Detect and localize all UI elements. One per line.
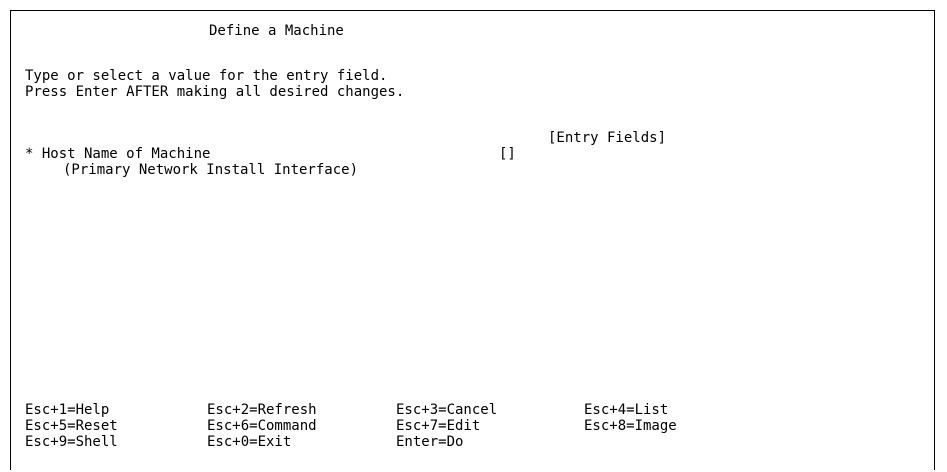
exit-key[interactable]: Esc+0=Exit: [207, 434, 291, 450]
reset-key[interactable]: Esc+5=Reset: [25, 418, 118, 434]
page-title: Define a Machine: [209, 23, 344, 39]
instruction-line: Press Enter AFTER making all desired cha…: [25, 84, 405, 100]
do-key[interactable]: Enter=Do: [396, 434, 463, 450]
image-key[interactable]: Esc+8=Image: [584, 418, 677, 434]
cancel-key[interactable]: Esc+3=Cancel: [396, 402, 497, 418]
host-name-field[interactable]: []: [499, 146, 516, 162]
command-key[interactable]: Esc+6=Command: [207, 418, 317, 434]
shell-key[interactable]: Esc+9=Shell: [25, 434, 118, 450]
smit-screen: Define a Machine Type or select a value …: [10, 10, 935, 470]
edit-key[interactable]: Esc+7=Edit: [396, 418, 480, 434]
list-key[interactable]: Esc+4=List: [584, 402, 668, 418]
host-name-label: * Host Name of Machine: [25, 146, 211, 162]
host-name-sublabel: (Primary Network Install Interface): [63, 162, 359, 178]
help-key[interactable]: Esc+1=Help: [25, 402, 109, 418]
entry-fields-header: [Entry Fields]: [548, 130, 667, 146]
refresh-key[interactable]: Esc+2=Refresh: [207, 402, 317, 418]
instruction-line: Type or select a value for the entry fie…: [25, 68, 388, 84]
